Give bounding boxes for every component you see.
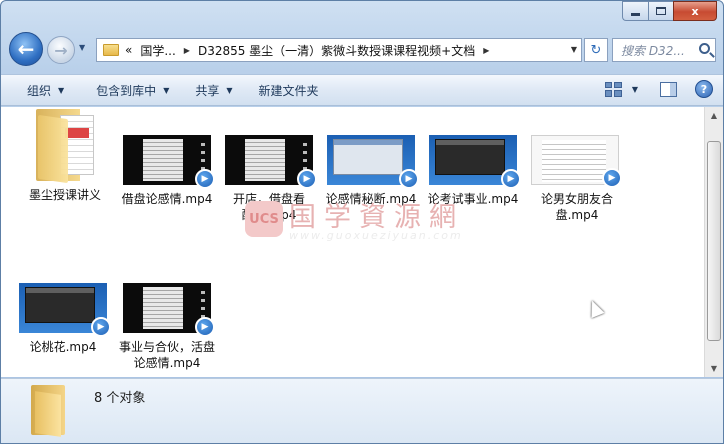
new-folder-button[interactable]: 新建文件夹 xyxy=(249,75,329,105)
scroll-thumb[interactable] xyxy=(707,141,721,341)
new-folder-label: 新建文件夹 xyxy=(258,83,319,98)
file-item-video[interactable]: ▶ 事业与合伙，活盘论感情.mp4 xyxy=(117,283,217,371)
address-bar[interactable]: « 国学... ▶ D32855 墨尘（一清）紫微斗数授课课程视频+文档 ▶ ▼ xyxy=(96,38,582,62)
include-library-label: 包含到库中 xyxy=(96,83,157,98)
help-icon[interactable]: ? xyxy=(695,80,713,98)
search-icon[interactable] xyxy=(699,43,710,54)
file-item-video[interactable]: ▶ 论桃花.mp4 xyxy=(13,283,113,355)
include-library-button[interactable]: 包含到库中 ▼ xyxy=(86,75,179,105)
file-name: 论考试事业.mp4 xyxy=(427,192,519,206)
minimize-button[interactable] xyxy=(622,1,648,21)
change-view-icon[interactable] xyxy=(604,81,622,97)
file-name: 论感情秘断.mp4 xyxy=(325,192,417,206)
organize-button[interactable]: 组织 ▼ xyxy=(1,75,74,105)
file-name: 论桃花.mp4 xyxy=(29,340,97,354)
video-thumbnail: ▶ xyxy=(531,135,622,188)
close-icon: x xyxy=(691,4,699,18)
file-name: 事业与合伙，活盘论感情.mp4 xyxy=(119,340,216,370)
scroll-down-icon[interactable]: ▼ xyxy=(705,360,723,377)
refresh-icon: ↻ xyxy=(590,42,602,58)
file-name: 借盘论感情.mp4 xyxy=(121,192,213,206)
folder-icon xyxy=(29,383,69,437)
search-input[interactable]: 搜索 D32... xyxy=(612,38,716,62)
organize-label: 组织 xyxy=(27,83,52,98)
breadcrumb-segment-2[interactable]: D32855 墨尘（一清）紫微斗数授课课程视频+文档 xyxy=(198,42,475,59)
watermark-url: www.guoxueziyuan.com xyxy=(289,229,463,242)
folder-icon xyxy=(34,109,96,184)
file-name: 墨尘授课讲义 xyxy=(28,188,101,202)
toolbar-right: ▼ ? xyxy=(604,80,713,98)
media-player-icon: ▶ xyxy=(399,169,419,189)
explorer-window: x ← → ▼ « 国学... ▶ D32855 墨尘（一清）紫微斗数授课课程视… xyxy=(0,0,724,444)
video-thumbnail: ▶ xyxy=(123,283,215,337)
chevron-down-icon: ▼ xyxy=(226,85,233,95)
breadcrumb-overflow[interactable]: « xyxy=(125,43,132,57)
address-dropdown-icon[interactable]: ▼ xyxy=(571,45,577,54)
media-player-icon: ▶ xyxy=(602,168,622,188)
back-button[interactable]: ← xyxy=(9,32,43,66)
refresh-button[interactable]: ↻ xyxy=(584,38,608,62)
media-player-icon: ▶ xyxy=(91,317,111,337)
media-player-icon: ▶ xyxy=(297,169,317,189)
forward-button[interactable]: → xyxy=(47,36,75,64)
file-item-video[interactable]: ▶ 论感情秘断.mp4 xyxy=(321,135,421,207)
share-label: 共享 xyxy=(195,83,220,98)
file-name: 论男女朋友合盘.mp4 xyxy=(540,192,613,222)
video-thumbnail: ▶ xyxy=(19,283,111,337)
breadcrumb-segment-1[interactable]: 国学... xyxy=(140,42,175,59)
breadcrumb-separator-icon[interactable]: ▶ xyxy=(184,46,190,55)
chevron-down-icon: ▼ xyxy=(58,85,65,95)
video-thumbnail: ▶ xyxy=(429,135,521,189)
arrow-right-icon: → xyxy=(54,40,68,60)
video-thumbnail: ▶ xyxy=(225,135,317,189)
recent-pages-dropdown[interactable]: ▼ xyxy=(79,43,85,52)
file-item-video[interactable]: ▶ 论考试事业.mp4 xyxy=(423,135,523,207)
file-list[interactable]: 墨尘授课讲义 ▶ 借盘论感情.mp4 ▶ 开店，借盘看配偶.mp4 ▶ 论感情秘… xyxy=(1,107,704,377)
arrow-left-icon: ← xyxy=(17,37,35,61)
file-item-video[interactable]: ▶ 借盘论感情.mp4 xyxy=(117,135,217,207)
video-thumbnail: ▶ xyxy=(123,135,215,189)
file-name: 开店，借盘看配偶.mp4 xyxy=(232,192,305,222)
item-count: 8 个对象 xyxy=(94,391,146,406)
maximize-button[interactable] xyxy=(648,1,673,21)
chevron-down-icon: ▼ xyxy=(163,85,170,95)
video-thumbnail: ▶ xyxy=(327,135,419,189)
minimize-icon xyxy=(631,12,640,16)
file-item-video[interactable]: ▶ 开店，借盘看配偶.mp4 xyxy=(219,135,319,223)
media-player-icon: ▶ xyxy=(501,169,521,189)
scroll-up-icon[interactable]: ▲ xyxy=(705,107,723,124)
search-placeholder: 搜索 D32... xyxy=(621,43,685,58)
mouse-cursor-icon xyxy=(585,297,605,319)
preview-pane-icon[interactable] xyxy=(660,81,677,97)
command-bar: 组织 ▼ 包含到库中 ▼ 共享 ▼ 新建文件夹 ▼ ? xyxy=(1,74,723,106)
breadcrumb-separator-icon[interactable]: ▶ xyxy=(483,46,489,55)
view-dropdown-icon[interactable]: ▼ xyxy=(632,85,638,94)
maximize-icon xyxy=(656,7,666,15)
close-button[interactable]: x xyxy=(673,1,717,21)
media-player-icon: ▶ xyxy=(195,317,215,337)
share-button[interactable]: 共享 ▼ xyxy=(185,75,242,105)
file-item-video[interactable]: ▶ 论男女朋友合盘.mp4 xyxy=(525,135,625,223)
folder-icon xyxy=(103,44,119,56)
details-pane: 8 个对象 xyxy=(1,378,723,443)
file-item-folder[interactable]: 墨尘授课讲义 xyxy=(15,109,115,203)
media-player-icon: ▶ xyxy=(195,169,215,189)
caption-buttons: x xyxy=(622,1,717,21)
vertical-scrollbar[interactable]: ▲ ▼ xyxy=(704,107,723,377)
